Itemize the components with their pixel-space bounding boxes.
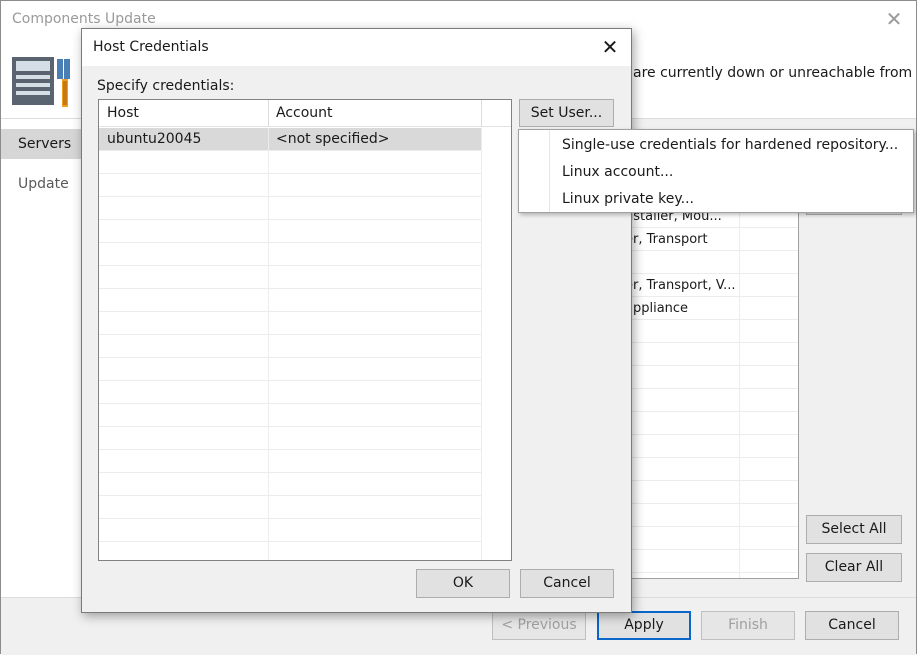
list-item[interactable] [623, 550, 798, 573]
previous-button[interactable]: < Previous [492, 611, 586, 640]
set-user-button[interactable]: Set User... [519, 99, 614, 127]
table-row[interactable] [99, 289, 481, 312]
table-row[interactable] [99, 197, 481, 220]
host-cell: ubuntu20045 [107, 131, 202, 147]
select-all-button[interactable]: Select All [806, 515, 902, 544]
list-item[interactable] [623, 435, 798, 458]
nav-item-update[interactable]: Update [1, 169, 83, 199]
close-icon[interactable]: ✕ [882, 7, 906, 31]
list-item[interactable]: er, Transport [623, 228, 798, 251]
list-item[interactable] [623, 527, 798, 550]
clear-all-button[interactable]: Clear All [806, 553, 902, 582]
table-row[interactable] [99, 312, 481, 335]
column-divider [481, 100, 482, 127]
table-row[interactable]: ubuntu20045 <not specified> [99, 128, 481, 151]
list-item[interactable] [623, 343, 798, 366]
column-divider [268, 128, 269, 560]
ok-button[interactable]: OK [416, 569, 510, 598]
list-item[interactable] [623, 481, 798, 504]
list-item[interactable]: appliance [623, 297, 798, 320]
menu-item-linux-account[interactable]: Linux account... [521, 159, 911, 185]
menu-item-linux-private-key[interactable]: Linux private key... [521, 186, 911, 212]
column-divider [481, 128, 482, 560]
table-row[interactable] [99, 473, 481, 496]
components-list[interactable]: nstaller, Mou... er, Transport er, Trans… [623, 201, 799, 579]
banner-text: are currently down or unreachable from [633, 65, 913, 81]
table-row[interactable] [99, 151, 481, 174]
list-item[interactable] [623, 251, 798, 274]
column-header-account[interactable]: Account [268, 100, 482, 127]
list-item[interactable] [623, 366, 798, 389]
table-row[interactable] [99, 243, 481, 266]
table-row[interactable] [99, 519, 481, 542]
credentials-grid[interactable]: Host Account ubuntu20045 <not specified> [98, 99, 512, 561]
table-row[interactable] [99, 496, 481, 519]
table-row[interactable] [99, 358, 481, 381]
list-item[interactable] [623, 504, 798, 527]
close-icon[interactable]: ✕ [597, 34, 623, 60]
dialog-titlebar: Host Credentials ✕ [82, 29, 631, 66]
table-row[interactable] [99, 542, 481, 560]
apply-button[interactable]: Apply [597, 611, 691, 640]
table-row[interactable] [99, 404, 481, 427]
list-item[interactable] [623, 389, 798, 412]
table-row[interactable] [99, 266, 481, 289]
list-item[interactable] [623, 320, 798, 343]
dialog-title: Host Credentials [93, 39, 209, 55]
list-item[interactable] [623, 458, 798, 481]
dialog-cancel-button[interactable]: Cancel [520, 569, 614, 598]
grid-header: Host Account [99, 100, 511, 127]
host-credentials-dialog: Host Credentials ✕ Specify credentials: … [81, 28, 632, 613]
column-header-host[interactable]: Host [99, 100, 269, 127]
menu-item-single-use-credentials[interactable]: Single-use credentials for hardened repo… [521, 132, 911, 158]
nav-item-servers[interactable]: Servers [1, 129, 83, 159]
table-row[interactable] [99, 174, 481, 197]
table-row[interactable] [99, 220, 481, 243]
window-title: Components Update [12, 11, 156, 27]
list-item[interactable] [623, 412, 798, 435]
set-user-menu: Single-use credentials for hardened repo… [518, 129, 914, 213]
server-tools-icon [12, 57, 70, 107]
finish-button[interactable]: Finish [701, 611, 795, 640]
cancel-button[interactable]: Cancel [805, 611, 899, 640]
account-cell: <not specified> [276, 131, 390, 147]
specify-credentials-label: Specify credentials: [97, 78, 235, 94]
table-row[interactable] [99, 381, 481, 404]
table-row[interactable] [99, 427, 481, 450]
table-row[interactable] [99, 335, 481, 358]
table-row[interactable] [99, 450, 481, 473]
wizard-nav: Servers Update [1, 119, 83, 597]
list-item[interactable]: er, Transport, V... [623, 274, 798, 297]
